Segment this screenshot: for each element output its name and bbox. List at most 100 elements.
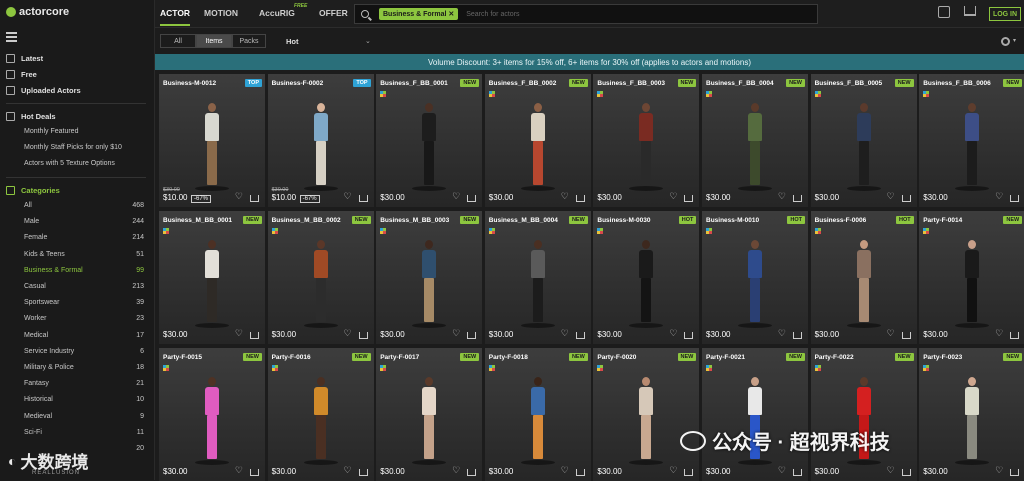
sidebar-item-categories[interactable]: Categories — [6, 186, 60, 195]
actor-card[interactable]: Party-F-0020 NEW $30.00 ♡ — [593, 348, 700, 481]
heart-icon[interactable]: ♡ — [452, 328, 460, 339]
actor-card[interactable]: Business_F_BB_0005 NEW $30.00 ♡ — [810, 74, 917, 207]
category-item[interactable]: Casual 213 — [24, 283, 144, 290]
actor-card[interactable]: Party-F-0022 NEW $30.00 ♡ — [810, 348, 917, 481]
category-item[interactable]: Worker 23 — [24, 315, 144, 322]
heart-icon[interactable]: ♡ — [778, 465, 786, 476]
actor-thumbnail[interactable] — [962, 240, 982, 324]
actor-card[interactable]: Business_M_BB_0002 NEW $30.00 ♡ — [267, 211, 374, 344]
actor-card[interactable]: Party-F-0021 NEW $30.00 ♡ — [702, 348, 808, 481]
add-to-cart-icon[interactable] — [358, 195, 368, 202]
search-icon[interactable] — [361, 10, 369, 18]
actor-card[interactable]: Business_F_BB_0002 NEW $30.00 ♡ — [484, 74, 591, 207]
heart-icon[interactable]: ♡ — [452, 191, 460, 202]
menu-icon[interactable] — [6, 32, 17, 44]
add-to-cart-icon[interactable] — [250, 195, 259, 202]
segment-packs[interactable]: Packs — [232, 34, 266, 48]
category-item[interactable]: Kids & Teens 51 — [24, 251, 144, 258]
sidebar-item-uploaded[interactable]: Uploaded Actors — [6, 86, 81, 95]
actor-thumbnail[interactable] — [311, 240, 331, 324]
heart-icon[interactable]: ♡ — [995, 191, 1003, 202]
category-item[interactable]: Male 244 — [24, 218, 144, 225]
heart-icon[interactable]: ♡ — [344, 465, 352, 476]
actor-thumbnail[interactable] — [745, 240, 765, 324]
tab-motion[interactable]: MOTION — [204, 8, 238, 18]
heart-icon[interactable]: ♡ — [344, 191, 352, 202]
chevron-down-icon[interactable]: ▾ — [1013, 37, 1016, 44]
gear-icon[interactable] — [1001, 37, 1010, 46]
category-item[interactable]: Medical 17 — [24, 332, 144, 339]
actor-thumbnail[interactable] — [636, 103, 656, 187]
actor-thumbnail[interactable] — [528, 103, 548, 187]
heart-icon[interactable]: ♡ — [561, 328, 569, 339]
actor-thumbnail[interactable] — [528, 377, 548, 461]
filter-chip[interactable]: Business & Formal ✕ — [379, 8, 459, 20]
heart-icon[interactable]: ♡ — [561, 465, 569, 476]
add-to-cart-icon[interactable] — [467, 332, 477, 339]
sort-dropdown[interactable]: Hot — [286, 37, 299, 46]
actor-thumbnail[interactable] — [962, 103, 982, 187]
tab-actor[interactable]: ACTOR — [160, 8, 191, 26]
add-to-cart-icon[interactable] — [901, 195, 911, 202]
add-to-cart-icon[interactable] — [1010, 195, 1020, 202]
heart-icon[interactable]: ♡ — [235, 328, 243, 339]
add-to-cart-icon[interactable] — [358, 469, 368, 476]
add-to-cart-icon[interactable] — [793, 469, 802, 476]
heart-icon[interactable]: ♡ — [887, 328, 895, 339]
actor-card[interactable]: Business_F_BB_0004 NEW $30.00 ♡ — [702, 74, 808, 207]
search-input[interactable]: Search for actors — [466, 11, 519, 18]
actor-card[interactable]: Business_M_BB_0004 NEW $30.00 ♡ — [484, 211, 591, 344]
add-to-cart-icon[interactable] — [575, 332, 585, 339]
add-to-cart-icon[interactable] — [250, 469, 259, 476]
add-to-cart-icon[interactable] — [1010, 332, 1020, 339]
heart-icon[interactable]: ♡ — [669, 465, 677, 476]
sidebar-item-hot-deals[interactable]: Hot Deals — [6, 112, 56, 121]
search-bar[interactable]: Business & Formal ✕ Search for actors — [354, 4, 818, 24]
cart-icon[interactable] — [964, 6, 976, 16]
sidebar-item-free[interactable]: Free — [6, 70, 37, 79]
actor-thumbnail[interactable] — [854, 240, 874, 324]
actor-card[interactable]: Business_F_BB_0001 NEW $30.00 ♡ — [376, 74, 483, 207]
actor-card[interactable]: Party-F-0017 NEW $30.00 ♡ — [376, 348, 483, 481]
heart-icon[interactable]: ♡ — [995, 465, 1003, 476]
add-to-cart-icon[interactable] — [793, 332, 802, 339]
sidebar-item-texture-options[interactable]: Actors with 5 Texture Options — [24, 160, 115, 167]
add-to-cart-icon[interactable] — [1010, 469, 1020, 476]
actor-card[interactable]: Party-F-0014 NEW $30.00 ♡ — [919, 211, 1024, 344]
actor-thumbnail[interactable] — [636, 240, 656, 324]
actor-card[interactable]: Business_M_BB_0003 NEW $30.00 ♡ — [376, 211, 483, 344]
login-button[interactable]: LOG IN — [989, 7, 1021, 21]
add-to-cart-icon[interactable] — [684, 332, 694, 339]
actor-thumbnail[interactable] — [202, 103, 222, 187]
category-item[interactable]: Service Industry 6 — [24, 348, 144, 355]
chevron-down-icon[interactable]: ⌄ — [365, 37, 371, 45]
sidebar-item-monthly-featured[interactable]: Monthly Featured — [24, 128, 78, 135]
add-to-cart-icon[interactable] — [250, 332, 259, 339]
actor-card[interactable]: Business-M-0010 HOT $30.00 ♡ — [702, 211, 808, 344]
actor-thumbnail[interactable] — [419, 103, 439, 187]
add-to-cart-icon[interactable] — [684, 469, 694, 476]
actor-thumbnail[interactable] — [528, 240, 548, 324]
category-item[interactable]: Fantasy 21 — [24, 380, 144, 387]
actor-thumbnail[interactable] — [311, 103, 331, 187]
actor-thumbnail[interactable] — [419, 377, 439, 461]
heart-icon[interactable]: ♡ — [669, 328, 677, 339]
heart-icon[interactable]: ♡ — [887, 191, 895, 202]
tab-accurig[interactable]: AccuRIG — [259, 8, 295, 18]
add-to-cart-icon[interactable] — [793, 195, 802, 202]
actor-thumbnail[interactable] — [311, 377, 331, 461]
actor-card[interactable]: Business_M_BB_0001 NEW $30.00 ♡ — [159, 211, 265, 344]
add-to-cart-icon[interactable] — [467, 195, 477, 202]
actor-thumbnail[interactable] — [202, 377, 222, 461]
category-item[interactable]: Military & Police 18 — [24, 364, 144, 371]
add-to-cart-icon[interactable] — [467, 469, 477, 476]
heart-icon[interactable]: ♡ — [887, 465, 895, 476]
add-to-cart-icon[interactable] — [901, 469, 911, 476]
heart-icon[interactable]: ♡ — [995, 328, 1003, 339]
heart-icon[interactable]: ♡ — [778, 191, 786, 202]
logo[interactable]: actorcore — [6, 6, 69, 18]
heart-icon[interactable]: ♡ — [561, 191, 569, 202]
heart-icon[interactable]: ♡ — [235, 465, 243, 476]
category-item[interactable]: Medieval 9 — [24, 413, 144, 420]
category-item[interactable]: Business & Formal 99 — [24, 267, 144, 274]
